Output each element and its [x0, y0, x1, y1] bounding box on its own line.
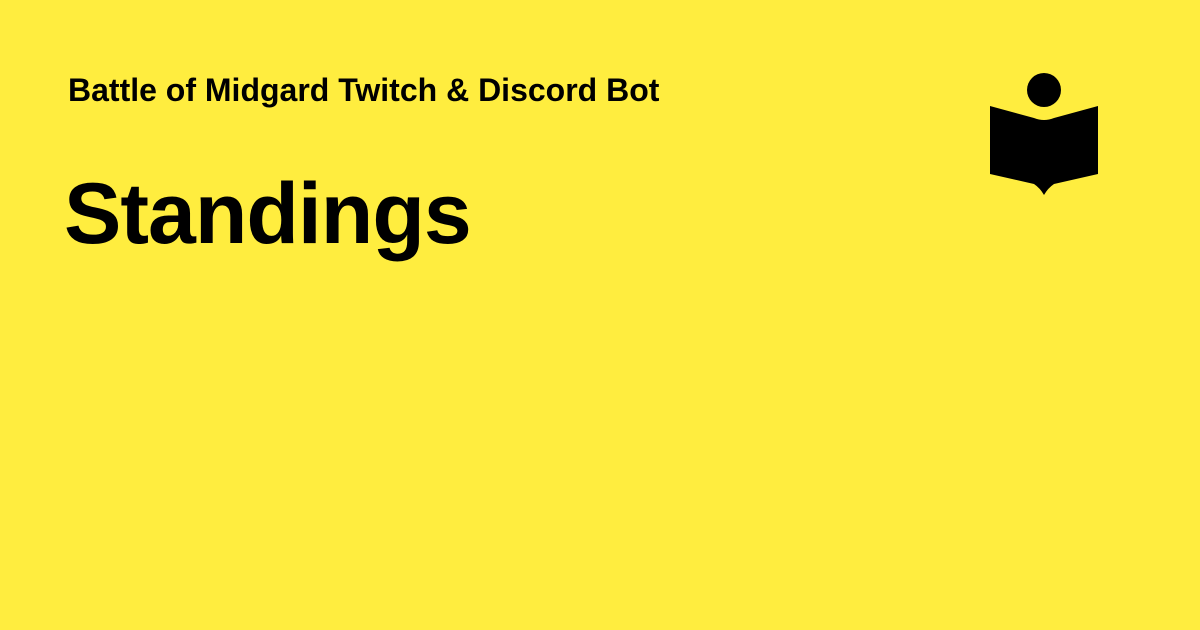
- site-title: Battle of Midgard Twitch & Discord Bot: [68, 72, 660, 108]
- reader-book-icon-graphic: [990, 73, 1098, 195]
- social-card: Battle of Midgard Twitch & Discord Bot S…: [0, 0, 1200, 630]
- page-title: Standings: [64, 166, 472, 262]
- reader-book-icon: [988, 70, 1100, 196]
